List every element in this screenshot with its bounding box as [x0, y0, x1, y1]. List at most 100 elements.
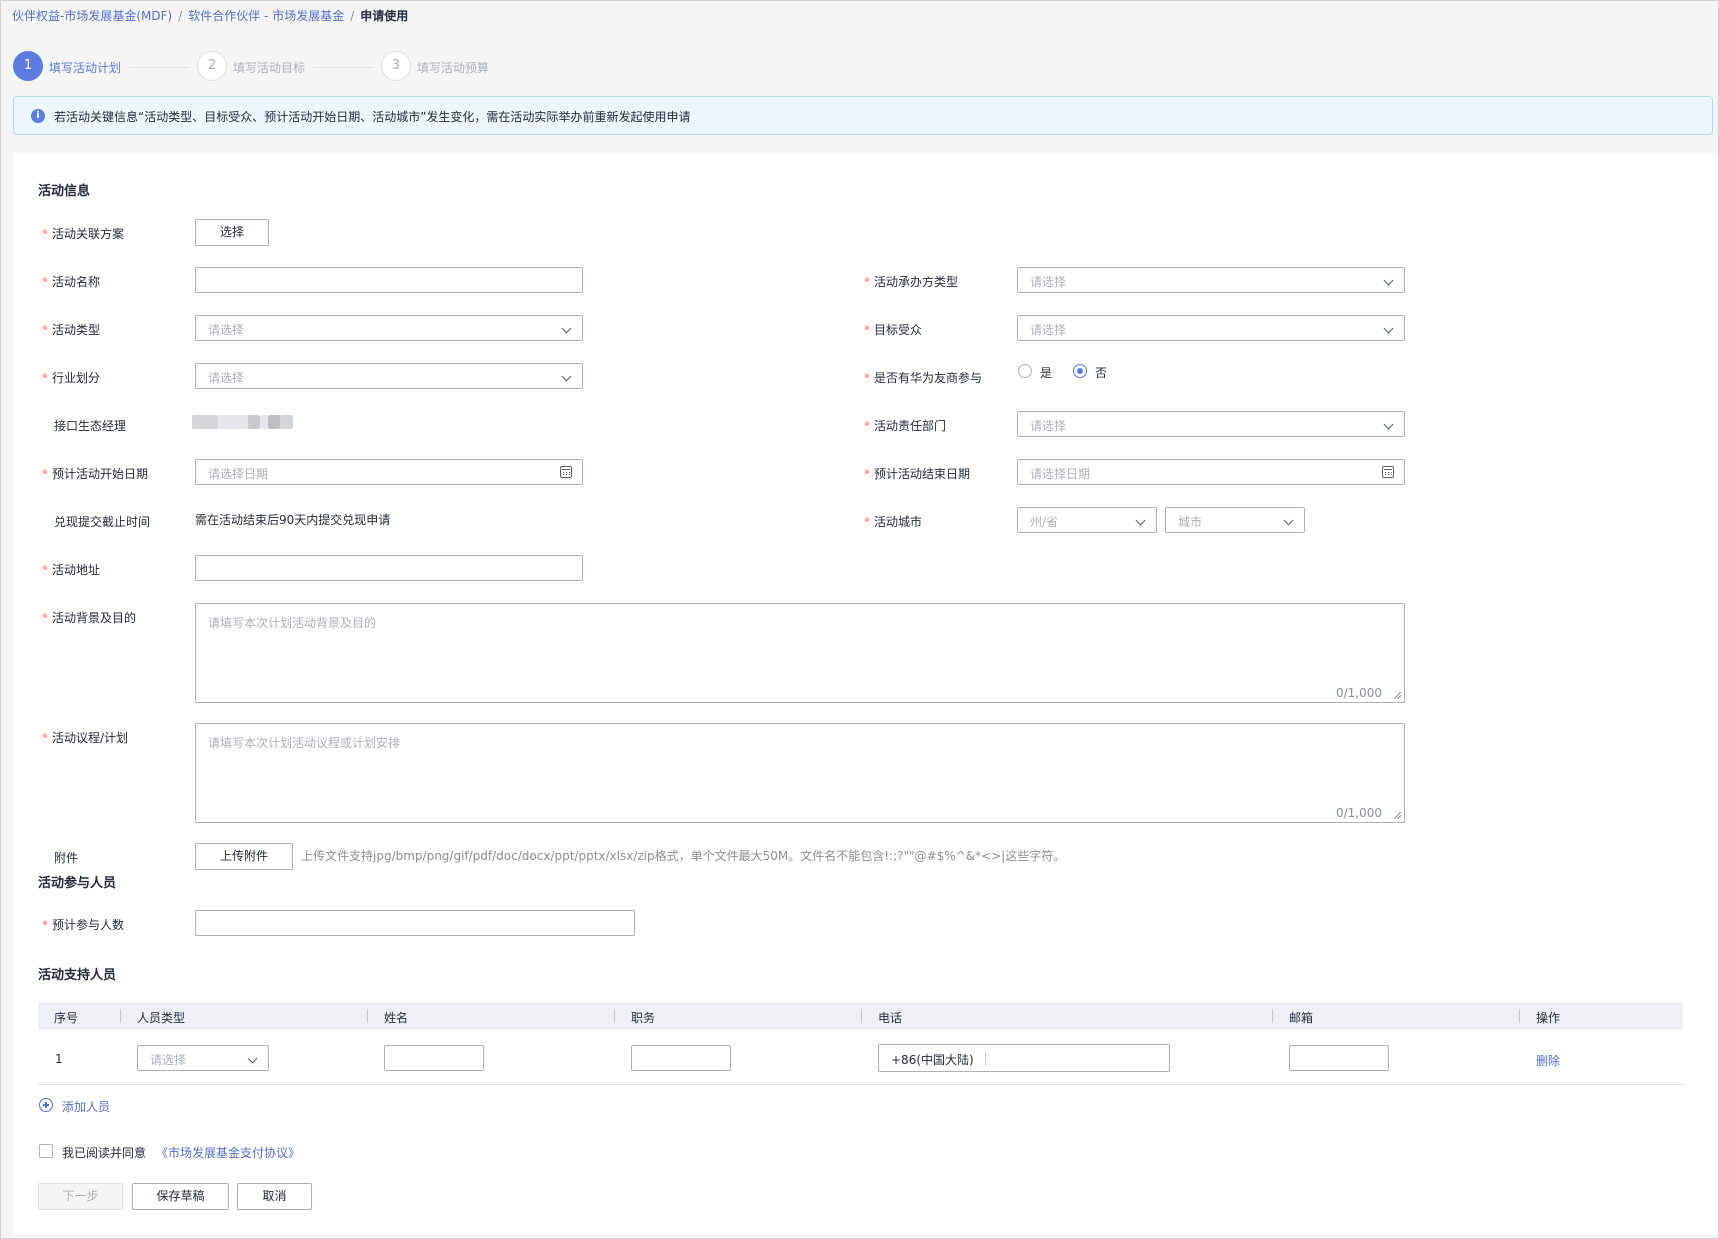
delete-row-link[interactable]: 删除 [1536, 1052, 1560, 1069]
breadcrumb-separator: / [178, 9, 183, 23]
chevron-down-icon [1383, 323, 1394, 334]
calendar-icon[interactable] [1382, 466, 1394, 478]
chevron-down-icon [1135, 515, 1146, 526]
label-address: * 活动地址 [42, 563, 101, 577]
target-audience-select[interactable]: 请选择 [1017, 315, 1405, 341]
step-connector [129, 67, 189, 68]
radio-no-label[interactable]: 否 [1095, 364, 1107, 381]
label-agenda: * 活动议程/计划 [42, 731, 129, 745]
agreement-text: 我已阅读并同意 [62, 1146, 147, 1160]
calendar-icon[interactable] [560, 466, 572, 478]
chevron-down-icon [561, 323, 572, 334]
staff-email-input[interactable] [1289, 1045, 1389, 1071]
info-icon: i [31, 109, 45, 123]
col-email: 邮箱 [1289, 1011, 1314, 1025]
agenda-textarea[interactable]: 请填写本次计划活动议程或计划安排 0/1,000 [195, 723, 1405, 823]
step-2-label: 填写活动目标 [233, 61, 306, 75]
resize-handle-icon[interactable] [1394, 812, 1401, 819]
breadcrumb: 伙伴权益-市场发展基金(MDF) / 软件合作伙伴 - 市场发展基金 / 申请使用 [12, 7, 408, 24]
next-step-button[interactable]: 下一步 [38, 1183, 123, 1210]
radio-no[interactable] [1073, 364, 1087, 378]
background-textarea[interactable]: 请填写本次计划活动背景及目的 0/1,000 [195, 603, 1405, 703]
industry-select[interactable]: 请选择 [195, 363, 583, 389]
activity-type-select[interactable]: 请选择 [195, 315, 583, 341]
breadcrumb-current: 申请使用 [360, 9, 409, 23]
add-circle-icon[interactable] [39, 1098, 53, 1112]
step-3-label: 填写活动预算 [417, 61, 490, 75]
person-type-select[interactable]: 请选择 [137, 1045, 269, 1071]
step-1-circle: 1 [13, 51, 43, 81]
section-title-activity-info: 活动信息 [38, 184, 91, 199]
page-frame: 伙伴权益-市场发展基金(MDF) / 软件合作伙伴 - 市场发展基金 / 申请使用 1 … [0, 0, 1719, 1239]
step-2-circle: 2 [197, 51, 227, 81]
label-huawei-partner: * 是否有华为友商参与 [864, 371, 983, 385]
col-phone: 电话 [878, 1011, 903, 1025]
col-person-type: 人员类型 [137, 1011, 186, 1025]
upload-attachment-button[interactable]: 上传附件 [195, 843, 293, 870]
attachment-hint: 上传文件支持jpg/bmp/png/gif/pdf/doc/docx/ppt/p… [301, 849, 1066, 863]
col-action: 操作 [1536, 1011, 1561, 1025]
agreement-checkbox[interactable] [39, 1144, 53, 1158]
province-select[interactable]: 州/省 [1017, 507, 1157, 533]
end-date-picker[interactable]: 请选择日期 [1017, 459, 1405, 485]
section-title-participants: 活动参与人员 [38, 876, 117, 891]
col-name: 姓名 [384, 1011, 409, 1025]
label-industry: * 行业划分 [42, 371, 101, 385]
label-end-date: * 预计活动结束日期 [864, 467, 971, 481]
chevron-down-icon [1383, 419, 1394, 430]
deadline-value: 需在活动结束后90天内提交兑现申请 [195, 513, 391, 527]
start-date-picker[interactable]: 请选择日期 [195, 459, 583, 485]
label-target-audience: * 目标受众 [864, 323, 923, 337]
address-input[interactable] [195, 555, 583, 581]
chevron-down-icon [247, 1053, 258, 1064]
chevron-down-icon [1283, 515, 1294, 526]
save-draft-button[interactable]: 保存草稿 [132, 1183, 229, 1210]
breadcrumb-link-mdf[interactable]: 伙伴权益-市场发展基金(MDF) [12, 9, 172, 23]
step-1-label: 填写活动计划 [49, 61, 122, 75]
organizer-type-select[interactable]: 请选择 [1017, 267, 1405, 293]
cancel-button[interactable]: 取消 [237, 1183, 312, 1210]
city-select[interactable]: 城市 [1165, 507, 1305, 533]
label-expected-count: * 预计参与人数 [42, 918, 125, 932]
staff-name-input[interactable] [384, 1045, 484, 1071]
step-connector [313, 67, 373, 68]
resize-handle-icon[interactable] [1394, 692, 1401, 699]
label-eco-manager: 接口生态经理 [54, 419, 127, 433]
breadcrumb-link-software-partner[interactable]: 软件合作伙伴 - 市场发展基金 [188, 9, 344, 23]
label-scheme: * 活动关联方案 [42, 227, 125, 241]
agreement-link[interactable]: 《市场发展基金支付协议》 [156, 1144, 300, 1161]
row-index: 1 [55, 1052, 63, 1066]
chevron-down-icon [1383, 275, 1394, 286]
select-scheme-button[interactable]: 选择 [195, 219, 269, 246]
responsible-dept-select[interactable]: 请选择 [1017, 411, 1405, 437]
notice-text: 若活动关键信息“活动类型、目标受众、预计活动开始日期、活动城市”发生变化，需在活… [54, 110, 691, 124]
label-attachment: 附件 [54, 851, 79, 865]
activity-name-input[interactable] [195, 267, 583, 293]
label-activity-name: * 活动名称 [42, 275, 101, 289]
breadcrumb-separator: / [350, 9, 355, 23]
background-char-counter: 0/1,000 [1335, 686, 1382, 700]
notice-banner: i 若活动关键信息“活动类型、目标受众、预计活动开始日期、活动城市”发生变化，需… [13, 96, 1713, 135]
col-title: 职务 [631, 1011, 656, 1025]
expected-count-input[interactable] [195, 910, 635, 936]
label-organizer-type: * 活动承办方类型 [864, 275, 959, 289]
label-start-date: * 预计活动开始日期 [42, 467, 149, 481]
step-3-circle: 3 [381, 51, 411, 81]
staff-phone-input[interactable]: +86(中国大陆) [878, 1044, 1170, 1072]
form-card: 活动信息 * 活动关联方案 选择 * 活动名称 * 活动承办方类型 请选择 * 活动类型… [13, 153, 1718, 1235]
radio-yes-label[interactable]: 是 [1040, 364, 1052, 381]
label-responsible-dept: * 活动责任部门 [864, 419, 947, 433]
add-person-link[interactable]: 添加人员 [62, 1098, 110, 1115]
label-city: * 活动城市 [864, 515, 923, 529]
phone-country-code[interactable]: +86(中国大陆) [891, 1051, 974, 1068]
row-divider [38, 1084, 1683, 1085]
radio-yes[interactable] [1018, 364, 1032, 378]
staff-title-input[interactable] [631, 1045, 731, 1071]
table-header: 序号 人员类型 姓名 职务 电话 邮箱 操作 [38, 1002, 1683, 1030]
chevron-down-icon [561, 371, 572, 382]
label-background: * 活动背景及目的 [42, 611, 137, 625]
label-activity-type: * 活动类型 [42, 323, 101, 337]
col-index: 序号 [54, 1011, 79, 1025]
section-title-support-staff: 活动支持人员 [38, 968, 117, 983]
label-deadline: 兑现提交截止时间 [54, 515, 151, 529]
